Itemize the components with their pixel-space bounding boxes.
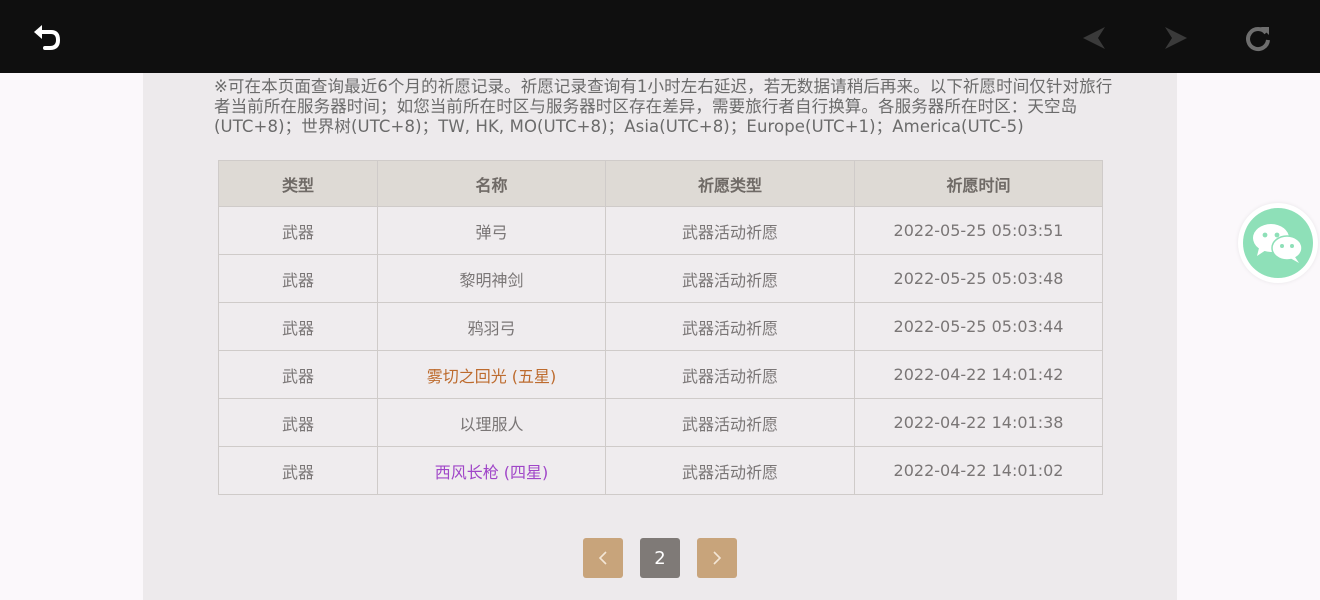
cell-time: 2022-05-25 05:03:48	[854, 254, 1103, 303]
table-header-row: 类型 名称 祈愿类型 祈愿时间	[218, 160, 1103, 207]
current-page: 2	[640, 538, 680, 578]
cell-wish-type: 武器活动祈愿	[605, 350, 855, 399]
cell-type: 武器	[218, 350, 378, 399]
cell-type: 武器	[218, 254, 378, 303]
top-toolbar	[0, 0, 1320, 73]
prev-page-button[interactable]	[583, 538, 623, 578]
refresh-icon	[1246, 27, 1270, 52]
cell-type: 武器	[218, 398, 378, 447]
cell-wish-type: 武器活动祈愿	[605, 254, 855, 303]
table-row: 武器 雾切之回光 (五星) 武器活动祈愿 2022-04-22 14:01:42	[218, 350, 1103, 399]
table-row: 武器 弹弓 武器活动祈愿 2022-05-25 05:03:51	[218, 206, 1103, 255]
chevron-right-icon	[713, 551, 722, 565]
wechat-icon	[1253, 224, 1303, 263]
cell-wish-type: 武器活动祈愿	[605, 206, 855, 255]
cell-time: 2022-04-22 14:01:02	[854, 446, 1103, 495]
nav-prev-icon	[1083, 27, 1105, 49]
back-arrow-icon	[34, 25, 61, 50]
back-button[interactable]	[26, 18, 66, 58]
cell-name: 黎明神剑	[377, 254, 606, 303]
header-wish-type: 祈愿类型	[605, 160, 855, 207]
table-row: 武器 以理服人 武器活动祈愿 2022-04-22 14:01:38	[218, 398, 1103, 447]
cell-type: 武器	[218, 302, 378, 351]
header-name: 名称	[377, 160, 606, 207]
nav-next-button[interactable]	[1156, 18, 1196, 58]
cell-time: 2022-05-25 05:03:44	[854, 302, 1103, 351]
notice-text: ※可在本页面查询最近6个月的祈愿记录。祈愿记录查询有1小时左右延迟，若无数据请稍…	[214, 77, 1113, 136]
cell-wish-type: 武器活动祈愿	[605, 398, 855, 447]
cell-name: 以理服人	[377, 398, 606, 447]
table-row: 武器 西风长枪 (四星) 武器活动祈愿 2022-04-22 14:01:02	[218, 446, 1103, 495]
cell-name-four-star: 西风长枪 (四星)	[377, 446, 606, 495]
cell-wish-type: 武器活动祈愿	[605, 446, 855, 495]
nav-next-icon	[1165, 27, 1187, 49]
header-type: 类型	[218, 160, 378, 207]
cell-type: 武器	[218, 446, 378, 495]
cell-type: 武器	[218, 206, 378, 255]
cell-time: 2022-05-25 05:03:51	[854, 206, 1103, 255]
table-row: 武器 鸦羽弓 武器活动祈愿 2022-05-25 05:03:44	[218, 302, 1103, 351]
nav-prev-button[interactable]	[1074, 18, 1114, 58]
next-page-button[interactable]	[697, 538, 737, 578]
chevron-left-icon	[598, 551, 607, 565]
refresh-button[interactable]	[1238, 18, 1278, 58]
header-wish-time: 祈愿时间	[854, 160, 1103, 207]
cell-time: 2022-04-22 14:01:38	[854, 398, 1103, 447]
cell-time: 2022-04-22 14:01:42	[854, 350, 1103, 399]
cell-name-five-star: 雾切之回光 (五星)	[377, 350, 606, 399]
wish-records-table: 类型 名称 祈愿类型 祈愿时间 武器 弹弓 武器活动祈愿 2022-05-25 …	[218, 160, 1103, 495]
cell-wish-type: 武器活动祈愿	[605, 302, 855, 351]
cell-name: 鸦羽弓	[377, 302, 606, 351]
wechat-share-button[interactable]	[1238, 203, 1318, 283]
cell-name: 弹弓	[377, 206, 606, 255]
table-row: 武器 黎明神剑 武器活动祈愿 2022-05-25 05:03:48	[218, 254, 1103, 303]
